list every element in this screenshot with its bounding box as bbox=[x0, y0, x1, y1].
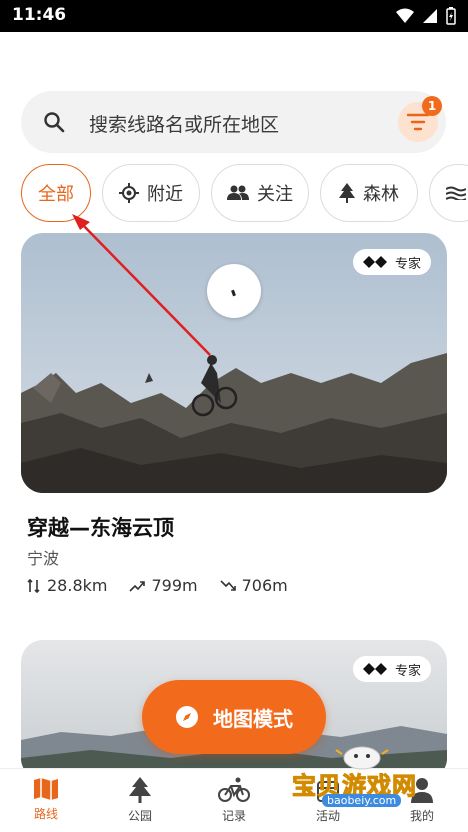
chip-label: 森林 bbox=[363, 184, 399, 205]
locate-icon bbox=[119, 183, 139, 203]
signal-icon bbox=[423, 9, 437, 23]
map-mode-label: 地图模式 bbox=[213, 706, 293, 731]
chip-label: 全部 bbox=[38, 184, 74, 205]
chip-all[interactable]: 全部 bbox=[21, 164, 91, 222]
nav-item-parks[interactable]: 公园 bbox=[95, 777, 185, 824]
descent-stat: 706m bbox=[220, 576, 288, 595]
map-icon bbox=[34, 778, 58, 800]
search-bar[interactable]: 搜索线路名或所在地区 bbox=[21, 91, 446, 153]
distance-stat: 28.8km bbox=[27, 576, 107, 595]
play-button[interactable] bbox=[207, 264, 261, 318]
descent-value: 706m bbox=[241, 576, 288, 595]
chip-nearby[interactable]: 附近 bbox=[102, 164, 200, 222]
tree-icon bbox=[129, 777, 151, 803]
status-bar: 11:46 bbox=[0, 0, 468, 32]
nav-item-routes[interactable]: 路线 bbox=[1, 777, 91, 822]
route-title[interactable]: 穿越—东海云顶 bbox=[27, 512, 174, 542]
nav-label: 我的 bbox=[409, 809, 434, 823]
chip-forest[interactable]: 森林 bbox=[320, 164, 418, 222]
wifi-icon bbox=[396, 8, 414, 23]
compass-icon bbox=[176, 706, 198, 728]
nav-label: 记录 bbox=[221, 809, 246, 823]
ascent-stat: 799m bbox=[129, 576, 198, 595]
search-icon bbox=[44, 112, 65, 133]
filter-icon bbox=[407, 113, 429, 131]
search-input[interactable]: 搜索线路名或所在地区 bbox=[89, 110, 279, 137]
ascent-value: 799m bbox=[151, 576, 198, 595]
diamond-icon bbox=[362, 256, 387, 268]
route-stats: 28.8km 799m 706m bbox=[27, 576, 288, 595]
nav-label: 路线 bbox=[33, 807, 58, 821]
wave-icon bbox=[446, 186, 466, 200]
status-time: 11:46 bbox=[12, 5, 67, 25]
difficulty-tag: 专家 bbox=[352, 249, 431, 275]
nav-label: 公园 bbox=[127, 809, 152, 823]
diamond-icon bbox=[362, 663, 387, 675]
difficulty-label: 专家 bbox=[394, 663, 421, 679]
nav-label: 活动 bbox=[315, 809, 340, 823]
route-card-photo[interactable]: 专家 bbox=[21, 233, 447, 493]
distance-value: 28.8km bbox=[47, 576, 108, 595]
trend-up-icon bbox=[129, 580, 146, 592]
tree-icon bbox=[339, 183, 355, 203]
distance-icon bbox=[27, 578, 40, 593]
watermark: 宝贝游戏网 baobeiy.com bbox=[292, 742, 438, 807]
bike-icon bbox=[218, 777, 250, 802]
people-icon bbox=[227, 185, 249, 200]
chip-label: 关注 bbox=[257, 184, 293, 205]
difficulty-label: 专家 bbox=[394, 256, 421, 272]
route-region: 宁波 bbox=[27, 549, 60, 568]
status-icons bbox=[396, 7, 456, 25]
filter-badge: 1 bbox=[422, 96, 442, 116]
battery-icon bbox=[446, 7, 456, 25]
nav-item-record[interactable]: 记录 bbox=[189, 777, 279, 824]
difficulty-tag-2: 专家 bbox=[352, 656, 431, 682]
chip-follow[interactable]: 关注 bbox=[211, 164, 309, 222]
chip-label: 附近 bbox=[147, 184, 183, 205]
chip-more[interactable] bbox=[429, 164, 468, 222]
watermark-url: baobeiy.com bbox=[322, 794, 402, 807]
trend-down-icon bbox=[220, 579, 236, 591]
